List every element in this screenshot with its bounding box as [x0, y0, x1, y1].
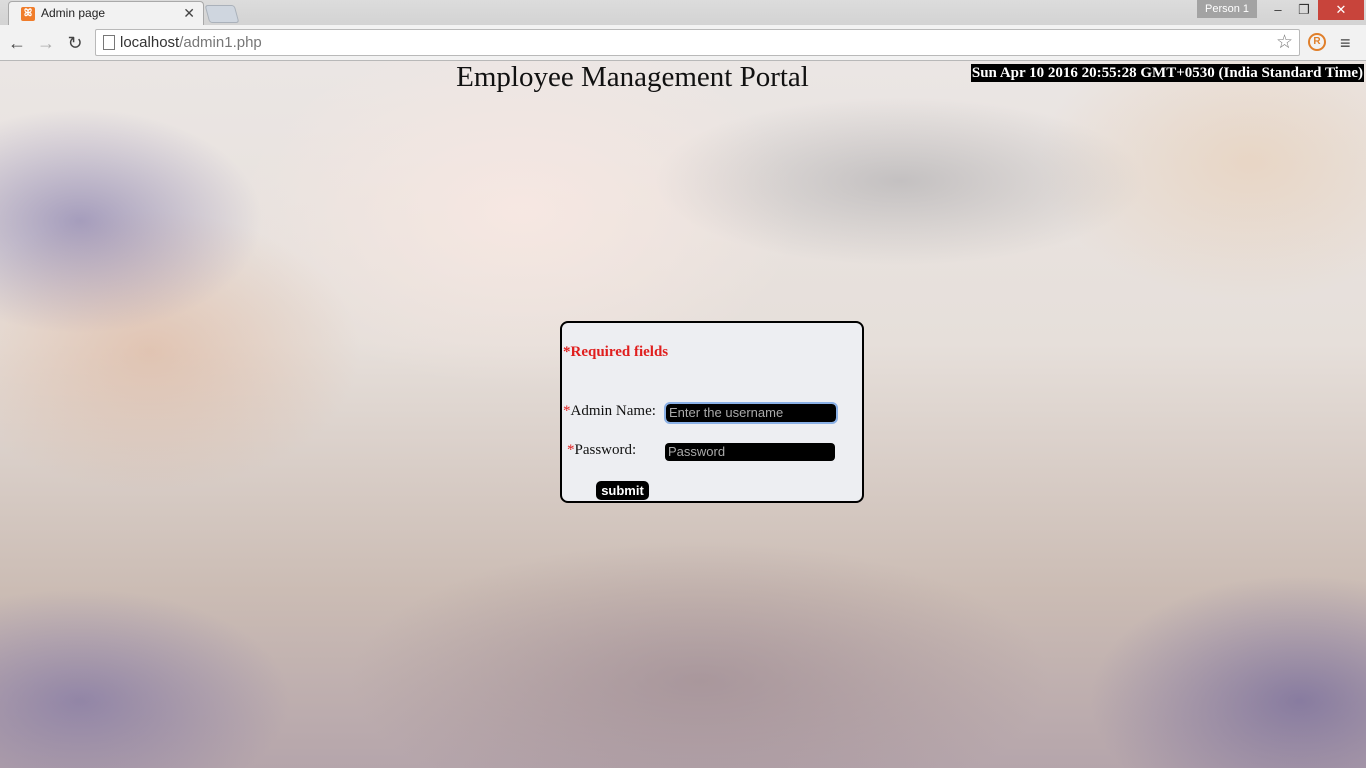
extension-icon[interactable]: R: [1308, 33, 1326, 51]
xampp-favicon-icon: ꕤ: [21, 7, 35, 21]
submit-button[interactable]: submit: [596, 481, 649, 500]
required-marker: *: [567, 442, 575, 458]
password-input[interactable]: Password: [665, 443, 835, 461]
admin-name-input[interactable]: Enter the username: [664, 402, 838, 424]
page-content: Employee Management Portal Sun Apr 10 20…: [0, 61, 1366, 768]
admin-name-label-text: Admin Name:: [570, 403, 656, 419]
admin-name-label: *Admin Name:: [563, 403, 656, 420]
minimize-icon[interactable]: –: [1264, 0, 1292, 20]
page-icon: [103, 35, 115, 50]
required-fields-note: *Required fields: [563, 344, 669, 360]
password-label-text: Password:: [574, 442, 637, 458]
back-icon[interactable]: ←: [5, 31, 29, 55]
window-close-icon[interactable]: ✕: [1318, 0, 1364, 20]
address-bar[interactable]: localhost/admin1.php ☆: [95, 29, 1300, 56]
url-host: localhost: [120, 34, 180, 51]
url-path: /admin1.php: [179, 34, 262, 51]
chrome-menu-icon[interactable]: ≡: [1340, 31, 1351, 55]
new-tab-button[interactable]: [204, 5, 240, 23]
forward-icon[interactable]: →: [34, 31, 58, 55]
password-label: *Password:: [567, 442, 636, 459]
profile-button[interactable]: Person 1: [1197, 0, 1257, 18]
reload-icon[interactable]: ↻: [63, 31, 87, 55]
browser-tab[interactable]: ꕤ Admin page ✕: [8, 1, 204, 25]
bookmark-star-icon[interactable]: ☆: [1276, 31, 1293, 54]
browser-toolbar: ← → ↻ localhost/admin1.php ☆ R ≡: [0, 25, 1366, 61]
date-time-display: Sun Apr 10 2016 20:55:28 GMT+0530 (India…: [970, 64, 1364, 82]
url-text[interactable]: localhost/admin1.php: [120, 34, 262, 51]
required-marker: *: [563, 403, 571, 419]
admin-login-form: *Required fields *Admin Name: Enter the …: [560, 321, 864, 503]
tab-strip: ꕤ Admin page ✕ Person 1 – ❐ ✕: [0, 0, 1366, 25]
tab-close-icon[interactable]: ✕: [183, 5, 195, 21]
tab-title: Admin page: [41, 6, 106, 20]
maximize-icon[interactable]: ❐: [1290, 0, 1318, 20]
